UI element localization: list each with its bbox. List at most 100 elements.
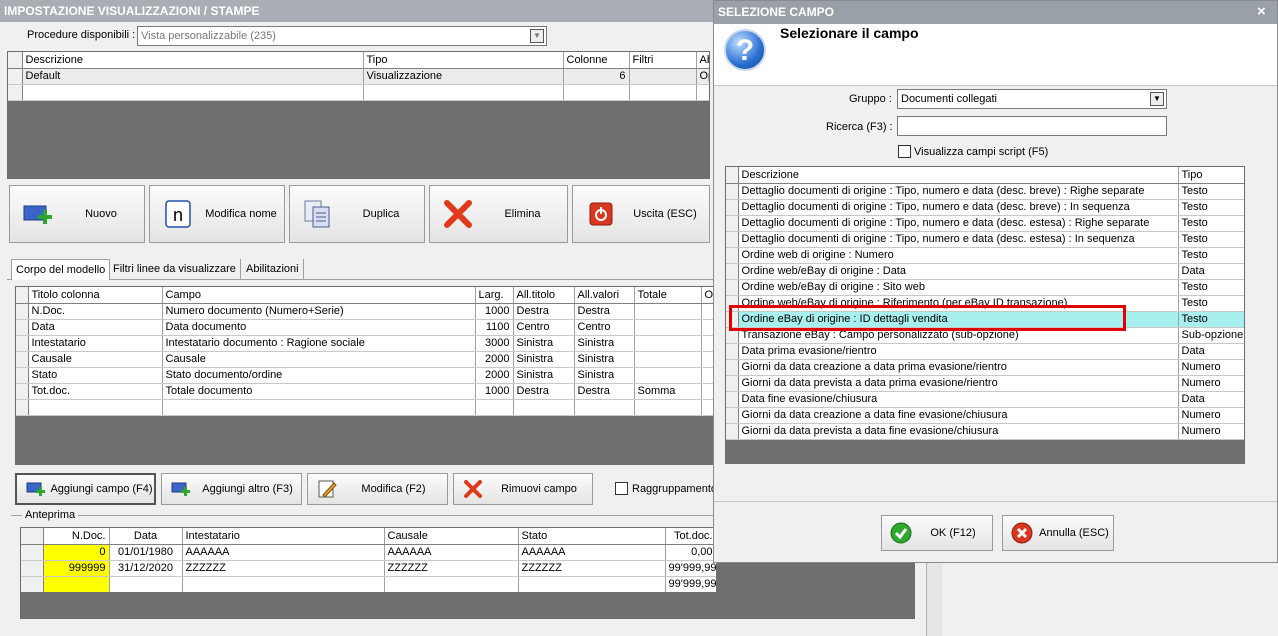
cell[interactable] bbox=[634, 367, 702, 384]
table-row[interactable]: 999999 31/12/2020 ZZZZZZ ZZZZZZ ZZZZZZ 99'999… bbox=[21, 560, 717, 577]
cell[interactable]: 1000 bbox=[475, 383, 514, 400]
vertical-scrollbar[interactable] bbox=[926, 555, 942, 636]
field-row[interactable]: Ordine web/eBay di origine : Sito web Tes… bbox=[726, 279, 1244, 296]
table-row[interactable]: Causale Causale 2000 Sinistra Sinistra bbox=[16, 351, 713, 368]
cell[interactable] bbox=[696, 84, 709, 101]
cell[interactable]: Sinistra bbox=[574, 367, 635, 384]
cell[interactable]: Data documento bbox=[162, 319, 476, 336]
cell[interactable]: Testo bbox=[1178, 183, 1244, 200]
cell[interactable]: Data bbox=[1178, 263, 1244, 280]
cell[interactable]: Centro bbox=[513, 319, 575, 336]
table-row[interactable]: N.Doc. Numero documento (Numero+Serie) 100… bbox=[16, 303, 713, 320]
cell[interactable]: Ordine web di origine : Numero bbox=[738, 247, 1179, 264]
cell[interactable]: N.Doc. bbox=[28, 303, 163, 320]
table-row[interactable]: 0 01/01/1980 AAAAAA AAAAAA AAAAAA 0,00 bbox=[21, 544, 717, 561]
cell[interactable]: Sinistra bbox=[513, 351, 575, 368]
cell[interactable]: Visualizzazione bbox=[363, 68, 564, 85]
views-col-header[interactable]: Tipo bbox=[363, 52, 564, 69]
cell[interactable] bbox=[634, 351, 702, 368]
cell[interactable]: Dettaglio documenti di origine : Tipo, n… bbox=[738, 215, 1179, 232]
cell[interactable]: Intestatario bbox=[28, 335, 163, 352]
cell[interactable]: Ordine web/eBay di origine : Data bbox=[738, 263, 1179, 280]
cell[interactable]: Testo bbox=[1178, 279, 1244, 296]
cell[interactable]: Giorni da data prevista a data fine evas… bbox=[738, 423, 1179, 440]
field-row[interactable]: Data prima evasione/rientro Data bbox=[726, 343, 1244, 360]
aggiungi-campo-button[interactable]: Aggiungi campo (F4) bbox=[15, 473, 156, 505]
cell[interactable] bbox=[574, 399, 635, 416]
views-col-header[interactable]: Colonne bbox=[563, 52, 630, 69]
cell[interactable]: 1100 bbox=[475, 319, 514, 336]
columns-col-header[interactable]: Larg. bbox=[475, 287, 514, 304]
tab-corpo-modello[interactable]: Corpo del modello bbox=[11, 259, 111, 280]
table-row[interactable] bbox=[8, 84, 709, 101]
cell[interactable]: Testo bbox=[1178, 311, 1244, 328]
field-col-header[interactable]: Tipo bbox=[1178, 167, 1244, 184]
cell[interactable] bbox=[475, 399, 514, 416]
cell[interactable] bbox=[162, 399, 476, 416]
close-icon[interactable]: × bbox=[1257, 3, 1266, 20]
cell[interactable]: Testo bbox=[1178, 247, 1244, 264]
cell[interactable]: Op bbox=[696, 68, 709, 85]
gruppo-select[interactable]: Documenti collegati ▼ bbox=[897, 89, 1167, 109]
field-row[interactable]: Dettaglio documenti di origine : Tipo, n… bbox=[726, 199, 1244, 216]
cell[interactable]: Causale bbox=[162, 351, 476, 368]
field-row[interactable]: Giorni da data prevista a data prima eva… bbox=[726, 375, 1244, 392]
modifica-nome-button[interactable]: n Modifica nome bbox=[149, 185, 285, 243]
cell[interactable]: 1000 bbox=[475, 303, 514, 320]
views-col-header[interactable]: Descrizione bbox=[22, 52, 364, 69]
chevron-down-icon[interactable]: ▼ bbox=[1150, 92, 1164, 106]
duplica-button[interactable]: Duplica bbox=[289, 185, 425, 243]
cell[interactable] bbox=[28, 399, 163, 416]
field-row[interactable]: Dettaglio documenti di origine : Tipo, n… bbox=[726, 215, 1244, 232]
cell[interactable]: Tot.doc. bbox=[28, 383, 163, 400]
views-col-header[interactable]: Filtri bbox=[629, 52, 697, 69]
elimina-button[interactable]: Elimina bbox=[429, 185, 568, 243]
cell[interactable] bbox=[634, 319, 702, 336]
cell[interactable]: Sinistra bbox=[574, 335, 635, 352]
field-col-header[interactable]: Descrizione bbox=[738, 167, 1179, 184]
cell[interactable]: Sinistra bbox=[574, 351, 635, 368]
ok-button[interactable]: OK (F12) bbox=[881, 515, 993, 551]
field-row[interactable]: Giorni da data creazione a data fine eva… bbox=[726, 407, 1244, 424]
cell[interactable]: Dettaglio documenti di origine : Tipo, n… bbox=[738, 199, 1179, 216]
cell[interactable]: Sub-opzione bbox=[1178, 327, 1244, 344]
table-row[interactable]: Stato Stato documento/ordine 2000 Sinistra S… bbox=[16, 367, 713, 384]
field-row[interactable]: Dettaglio documenti di origine : Tipo, n… bbox=[726, 231, 1244, 248]
columns-col-header[interactable]: All.titolo bbox=[513, 287, 575, 304]
tab-abilitazioni[interactable]: Abilitazioni bbox=[242, 259, 304, 279]
cell[interactable]: Numero bbox=[1178, 423, 1244, 440]
cell[interactable]: Sinistra bbox=[513, 335, 575, 352]
cell[interactable]: Sinistra bbox=[513, 367, 575, 384]
table-row[interactable] bbox=[16, 399, 713, 416]
cell[interactable]: Ordine web/eBay di origine : Sito web bbox=[738, 279, 1179, 296]
cell[interactable]: Totale documento bbox=[162, 383, 476, 400]
cell[interactable]: Numero bbox=[1178, 407, 1244, 424]
cell[interactable]: Testo bbox=[1178, 215, 1244, 232]
cell[interactable]: Numero documento (Numero+Serie) bbox=[162, 303, 476, 320]
cell[interactable]: 2000 bbox=[475, 351, 514, 368]
aggiungi-altro-button[interactable]: Aggiungi altro (F3) bbox=[161, 473, 302, 505]
cell[interactable]: Giorni da data prevista a data prima eva… bbox=[738, 375, 1179, 392]
field-row[interactable]: Dettaglio documenti di origine : Tipo, n… bbox=[726, 183, 1244, 200]
cell[interactable] bbox=[513, 399, 575, 416]
cell[interactable]: Destra bbox=[513, 383, 575, 400]
columns-col-header[interactable]: Totale bbox=[634, 287, 702, 304]
cell[interactable]: Numero bbox=[1178, 375, 1244, 392]
cell[interactable]: Data prima evasione/rientro bbox=[738, 343, 1179, 360]
modifica-button[interactable]: Modifica (F2) bbox=[307, 473, 448, 505]
cell[interactable]: Intestatario documento : Ragione sociale bbox=[162, 335, 476, 352]
uscita-button[interactable]: Uscita (ESC) bbox=[572, 185, 710, 243]
ricerca-input[interactable] bbox=[897, 116, 1167, 136]
field-row[interactable]: Giorni da data prevista a data fine evas… bbox=[726, 423, 1244, 440]
cell[interactable]: Numero bbox=[1178, 359, 1244, 376]
cell[interactable] bbox=[563, 84, 630, 101]
cell[interactable]: Dettaglio documenti di origine : Tipo, n… bbox=[738, 231, 1179, 248]
script-checkbox[interactable] bbox=[898, 145, 911, 158]
tab-filtri-linee[interactable]: Filtri linee da visualizzare bbox=[109, 259, 241, 279]
field-row[interactable]: Giorni da data creazione a data prima ev… bbox=[726, 359, 1244, 376]
cell[interactable] bbox=[634, 303, 702, 320]
cell[interactable]: 2000 bbox=[475, 367, 514, 384]
columns-col-header[interactable]: All.valori bbox=[574, 287, 635, 304]
procedure-select[interactable]: Vista personalizzabile (235) ▼ bbox=[137, 26, 547, 46]
table-row[interactable]: 99'999,99 bbox=[21, 576, 717, 593]
